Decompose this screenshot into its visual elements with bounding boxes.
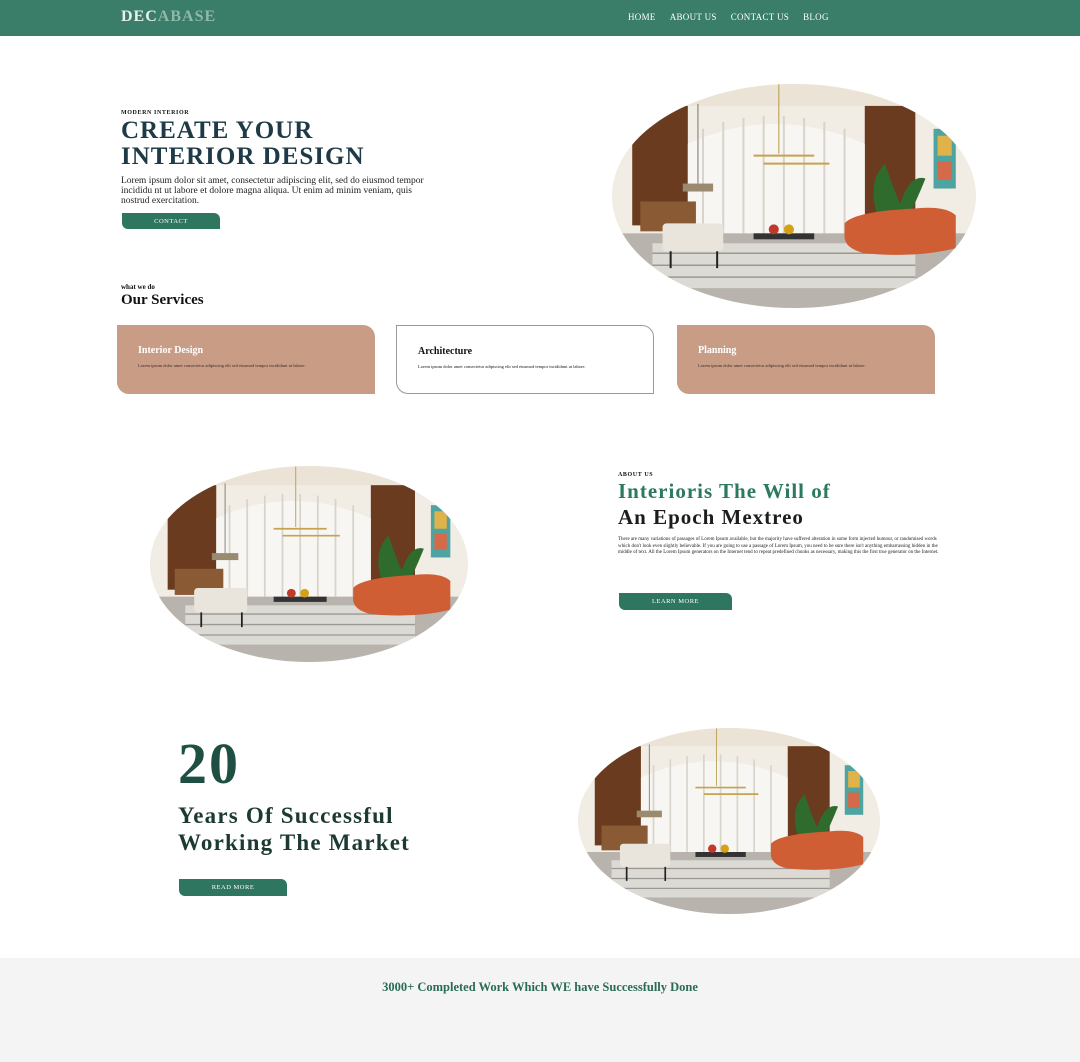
about-title-line2: An Epoch Mextreo (618, 505, 804, 529)
completed-work-text: 3000+ Completed Work Which WE have Succe… (382, 980, 698, 994)
hero-title-line2: INTERIOR DESIGN (121, 143, 365, 170)
years-title: Years Of Successful Working The Market (178, 802, 410, 856)
nav-menu: HOME ABOUT US CONTACT US BLOG (628, 12, 829, 22)
service-card-title: Architecture (418, 346, 473, 357)
top-nav: DECABASE HOME ABOUT US CONTACT US BLOG (0, 0, 1080, 36)
years-title-line2: Working The Market (178, 830, 411, 855)
service-card-text: Lorem ipsum dolor amet consectetur adipi… (418, 364, 586, 369)
nav-link-about[interactable]: ABOUT US (670, 12, 717, 22)
hero-title: CREATE YOUR INTERIOR DESIGN (121, 118, 365, 170)
years-interior-image (578, 728, 880, 914)
years-title-line1: Years Of Successful (178, 803, 394, 828)
about-title-line1: Interioris The Will of (618, 479, 831, 503)
hero-interior-image (612, 84, 976, 308)
about-title: Interioris The Will of An Epoch Mextreo (618, 478, 831, 530)
service-card-title: Interior Design (138, 345, 204, 356)
years-number: 20 (178, 731, 240, 796)
logo-text-primary: DEC (121, 8, 158, 25)
logo-text-secondary: ABASE (157, 8, 217, 25)
service-card-text: Lorem ipsum dolor amet consectetur adipi… (138, 363, 306, 368)
nav-link-blog[interactable]: BLOG (803, 12, 829, 22)
service-card-title: Planning (698, 345, 737, 356)
hero-title-line1: CREATE YOUR (121, 117, 314, 144)
nav-link-contact[interactable]: CONTACT US (731, 12, 789, 22)
hero-description: Lorem ipsum dolor sit amet, consectetur … (121, 176, 424, 206)
services-eyebrow: what we do (121, 283, 155, 291)
site-logo[interactable]: DECABASE (121, 8, 216, 26)
nav-link-home[interactable]: HOME (628, 12, 656, 22)
contact-button[interactable]: CONTACT (122, 213, 220, 229)
about-description: There are many variations of passages of… (618, 537, 939, 555)
about-interior-image (150, 466, 468, 662)
service-card-text: Lorem ipsum dolor amet consectetur adipi… (698, 363, 866, 368)
service-card-interior-design[interactable]: Interior Design Lorem ipsum dolor amet c… (117, 325, 375, 394)
services-title: Our Services (121, 292, 204, 308)
completed-work-band: 3000+ Completed Work Which WE have Succe… (0, 958, 1080, 1062)
service-card-planning[interactable]: Planning Lorem ipsum dolor amet consecte… (677, 325, 935, 394)
service-card-architecture[interactable]: Architecture Lorem ipsum dolor amet cons… (396, 325, 654, 394)
learn-more-button[interactable]: LEARN MORE (619, 593, 732, 610)
hero-eyebrow: MODERN INTERIOR (121, 110, 190, 116)
read-more-button[interactable]: READ MORE (179, 879, 287, 896)
